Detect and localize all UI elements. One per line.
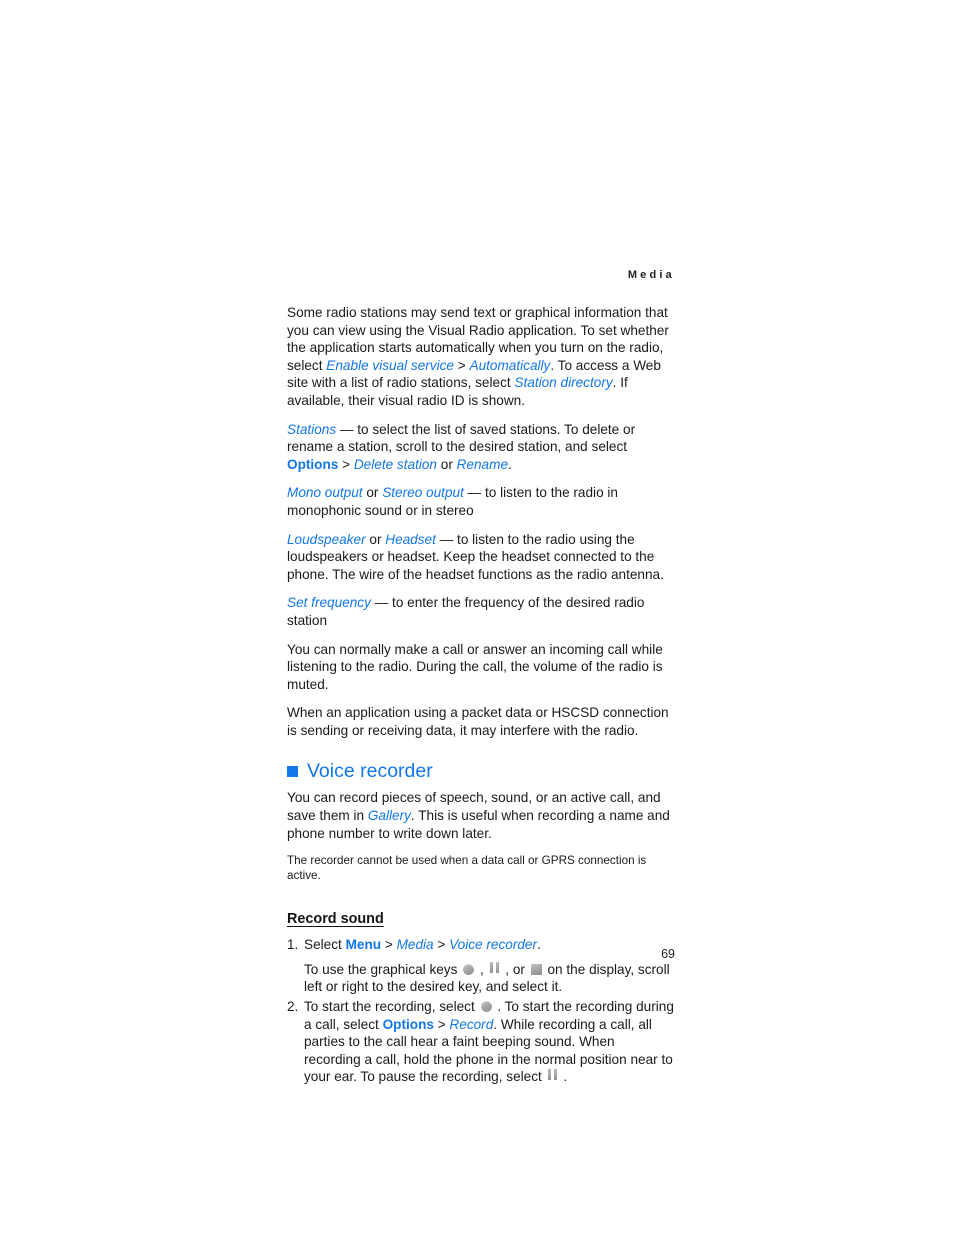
- text-fragment: ,: [476, 961, 488, 977]
- paragraph-packet-data: When an application using a packet data …: [287, 705, 669, 738]
- text-fragment: To start the recording, select: [304, 999, 479, 1015]
- link-stations: Stations: [287, 421, 337, 437]
- label-options: Options: [287, 456, 339, 472]
- sub-heading-record-sound: Record sound: [287, 911, 384, 928]
- pause-key-icon: [547, 1069, 558, 1081]
- link-delete-station: Delete station: [353, 456, 437, 472]
- paragraph-voice-recorder-intro: You can record pieces of speech, sound, …: [287, 789, 675, 842]
- link-mono-output: Mono output: [287, 485, 363, 501]
- link-rename: Rename: [456, 456, 509, 472]
- label-options: Options: [382, 1016, 434, 1032]
- step-1-detail: To use the graphical keys , , or on the …: [304, 961, 675, 996]
- pause-bar-left: [547, 1069, 551, 1081]
- separator: >: [338, 456, 354, 472]
- page-number-holder: 69: [287, 946, 675, 964]
- paragraph-set-frequency: Set frequency — to enter the frequency o…: [287, 594, 675, 629]
- link-loudspeaker: Loudspeaker: [287, 531, 366, 547]
- paragraph-visual-radio: Some radio stations may send text or gra…: [287, 304, 675, 410]
- record-key-icon: [463, 963, 475, 975]
- link-stereo-output: Stereo output: [382, 485, 464, 501]
- link-record: Record: [449, 1016, 494, 1032]
- document-page: Media Some radio stations may send text …: [0, 0, 954, 1235]
- text-fragment: — to select the list of saved stations. …: [287, 421, 636, 455]
- section-heading-label: Voice recorder: [307, 760, 433, 783]
- paragraph-stations: Stations — to select the list of saved s…: [287, 421, 675, 474]
- link-station-directory: Station directory: [514, 375, 613, 391]
- text-fragment: .: [508, 456, 512, 472]
- step-number: 2.: [287, 999, 299, 1015]
- record-key-icon: [480, 1001, 492, 1013]
- list-item: 2. To start the recording, select . To st…: [287, 998, 675, 1086]
- paragraph-loudspeaker-headset: Loudspeaker or Headset — to listen to th…: [287, 531, 675, 584]
- link-enable-visual-service: Enable visual service: [326, 357, 454, 373]
- stop-key-icon: [530, 963, 542, 975]
- paragraph-mono-stereo: Mono output or Stereo output — to listen…: [287, 484, 675, 519]
- text-fragment: or: [362, 485, 383, 501]
- page-content: Media Some radio stations may send text …: [287, 268, 675, 1088]
- text-fragment: , or: [501, 961, 529, 977]
- sub-heading-wrapper: Record sound: [287, 893, 675, 936]
- link-set-frequency: Set frequency: [287, 595, 371, 611]
- paragraph-call-handling: You can normally make a call or answer a…: [287, 641, 663, 692]
- note-recorder-restriction: The recorder cannot be used when a data …: [287, 854, 647, 883]
- separator: >: [433, 1016, 450, 1032]
- section-heading-voice-recorder: Voice recorder: [287, 760, 675, 782]
- page-number: 69: [661, 947, 675, 961]
- text-fragment: or: [436, 456, 457, 472]
- text-fragment: To use the graphical keys: [304, 961, 462, 977]
- separator: >: [454, 357, 470, 373]
- text-fragment: .: [559, 1069, 568, 1085]
- link-automatically: Automatically: [469, 357, 551, 373]
- square-bullet-icon: [287, 765, 298, 777]
- text-fragment: or: [365, 531, 386, 547]
- link-gallery: Gallery: [367, 808, 411, 824]
- link-headset: Headset: [385, 531, 436, 547]
- running-header: Media: [627, 269, 675, 281]
- pause-bar-right: [553, 1069, 557, 1081]
